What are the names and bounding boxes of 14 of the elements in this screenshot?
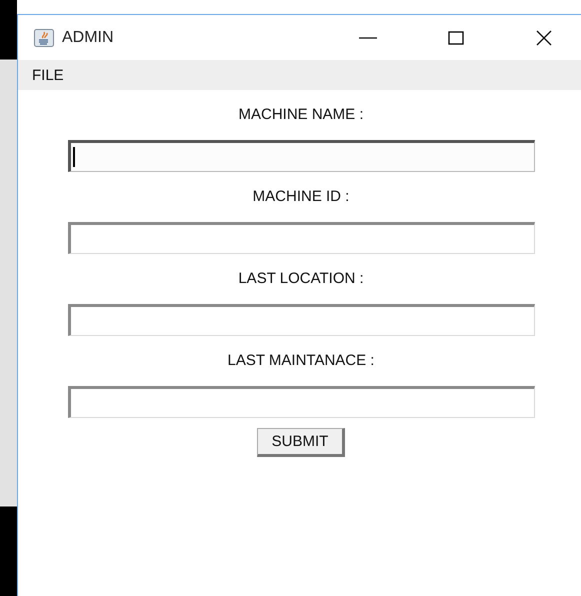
field-label: MACHINE ID : [252,188,350,205]
field-label: LAST LOCATION : [238,270,364,287]
window-title: ADMIN [62,28,114,46]
text-cursor [73,147,75,167]
input-field[interactable] [68,140,535,172]
minimize-icon [359,36,377,38]
java-cup-icon [34,28,54,46]
input-field[interactable] [68,386,535,418]
menu-item[interactable]: FILE [32,66,64,84]
field-label: MACHINE NAME : [238,106,364,123]
input-field[interactable] [68,222,535,254]
field-label: LAST MAINTANACE : [228,352,374,369]
input-field[interactable] [68,304,535,336]
submit-button[interactable]: SUBMIT [256,428,346,457]
